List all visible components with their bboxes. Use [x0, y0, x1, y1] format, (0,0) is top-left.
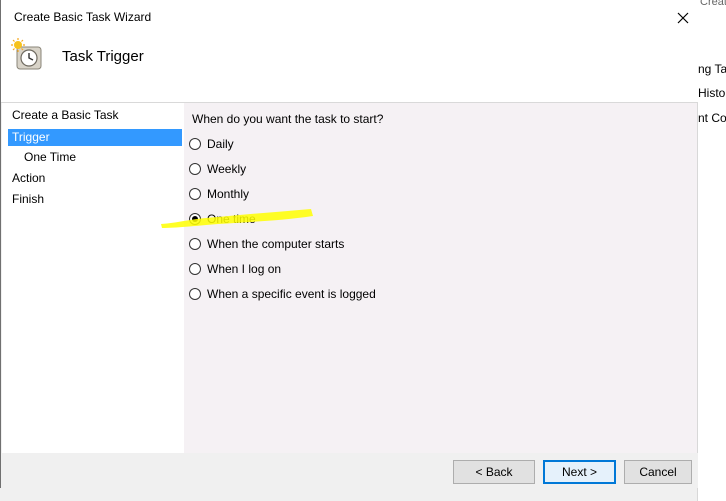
radio-button-checked[interactable] [189, 213, 201, 225]
option-label: One time [207, 212, 256, 226]
wizard-footer: < Back Next > Cancel [1, 453, 698, 488]
back-button[interactable]: < Back [453, 460, 535, 484]
radio-button[interactable] [189, 188, 201, 200]
trigger-content: When do you want the task to start? Dail… [184, 103, 697, 453]
close-icon [677, 12, 689, 24]
radio-computer-starts[interactable]: When the computer starts [189, 235, 344, 253]
close-button[interactable] [669, 6, 697, 30]
step-trigger: Trigger [8, 129, 182, 146]
radio-button[interactable] [189, 263, 201, 275]
cancel-button[interactable]: Cancel [624, 460, 692, 484]
option-label: When a specific event is logged [207, 287, 376, 301]
background-top-text: Create Basic Task... [700, 0, 726, 8]
background-action-item[interactable]: ng Ta [698, 62, 726, 76]
trigger-question: When do you want the task to start? [192, 112, 384, 126]
step-one-time: One Time [24, 150, 77, 164]
wizard-header: Task Trigger [1, 34, 698, 103]
option-label: Monthly [207, 187, 250, 201]
page-title: Task Trigger [62, 48, 144, 65]
option-label: When I log on [207, 262, 282, 276]
radio-button[interactable] [189, 163, 201, 175]
radio-monthly[interactable]: Monthly [189, 185, 249, 203]
option-label: When the computer starts [207, 237, 345, 251]
title-bar: Create Basic Task Wizard [1, 0, 698, 34]
next-button[interactable]: Next > [543, 460, 616, 484]
wizard-steps-sidebar: Create a Basic Task Trigger One Time Act… [2, 103, 184, 453]
step-create-basic-task: Create a Basic Task [12, 108, 119, 122]
window-title: Create Basic Task Wizard [14, 10, 152, 24]
radio-one-time[interactable]: One time [189, 210, 256, 228]
radio-button[interactable] [189, 238, 201, 250]
radio-daily[interactable]: Daily [189, 135, 234, 153]
radio-log-on[interactable]: When I log on [189, 260, 281, 278]
background-action-item[interactable]: Histo [698, 86, 725, 100]
option-label: Weekly [207, 162, 247, 176]
background-window-bottom [0, 488, 697, 501]
radio-weekly[interactable]: Weekly [189, 160, 246, 178]
background-action-item[interactable]: nt Co [698, 111, 726, 125]
task-clock-icon [11, 38, 42, 70]
radio-button[interactable] [189, 138, 201, 150]
radio-button[interactable] [189, 288, 201, 300]
step-finish: Finish [12, 192, 45, 206]
step-action: Action [12, 171, 46, 185]
radio-specific-event[interactable]: When a specific event is logged [189, 285, 376, 303]
option-label: Daily [207, 137, 234, 151]
wizard-dialog: Create Basic Task Wizard Task Trigger Cr… [0, 0, 698, 488]
background-window: Create Basic Task... ng Ta Histo nt Co [697, 0, 726, 501]
